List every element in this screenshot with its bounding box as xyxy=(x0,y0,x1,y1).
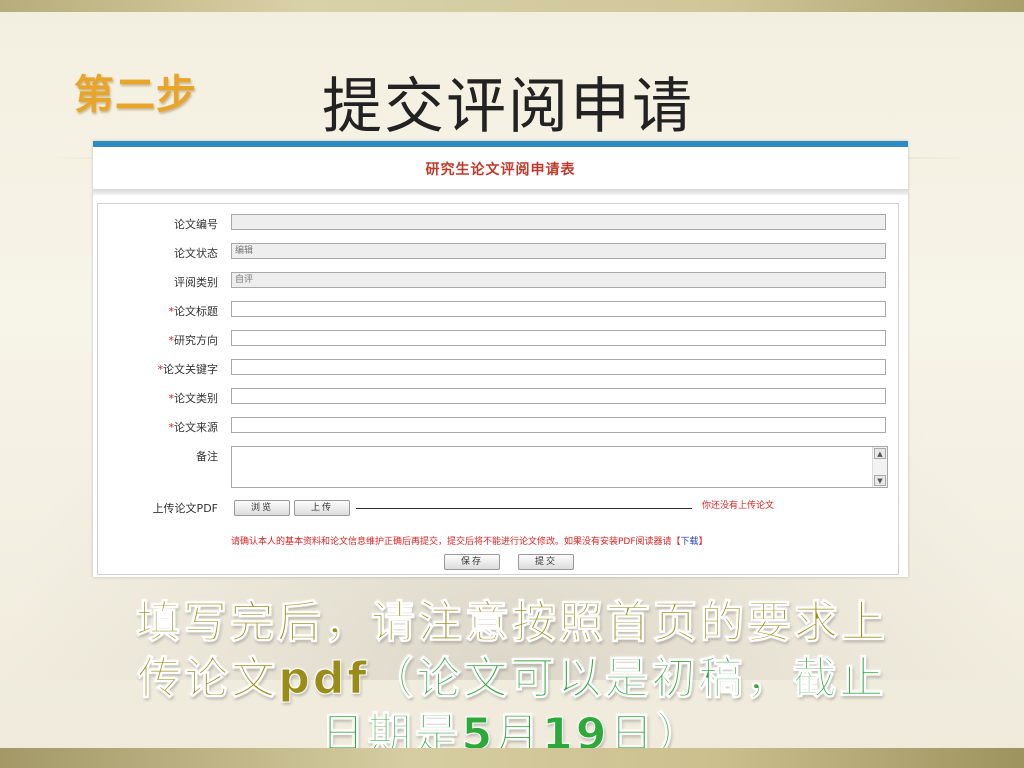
paper-source-input[interactable] xyxy=(231,417,886,433)
field-row-upload: 上传论文PDF 浏览 上传 你还没有上传论文 xyxy=(98,498,898,520)
field-row-paper-status: 论文状态 编辑 xyxy=(98,243,898,263)
form-title: 研究生论文评阅申请表 xyxy=(425,162,576,178)
caption-line-2: 传论文pdf（论文可以是初稿，截止 xyxy=(137,653,887,705)
field-row-paper-category: *论文类别 xyxy=(98,388,898,408)
step-label: 第二步 xyxy=(74,72,197,118)
caption-line-1: 填写完后，请注意按照首页的要求上 xyxy=(136,597,888,649)
field-row-remark: 备注 ▲ ▼ xyxy=(98,446,898,490)
paper-id-field xyxy=(231,214,886,230)
remark-label: 备注 xyxy=(196,450,218,463)
field-row-keywords: *论文关键字 xyxy=(98,359,898,379)
field-label: 论文编号 xyxy=(174,218,218,231)
browse-button[interactable]: 浏览 xyxy=(234,500,290,516)
download-link[interactable]: 下载 xyxy=(681,537,699,547)
paper-status-field: 编辑 xyxy=(231,243,886,259)
field-label: *研究方向 xyxy=(168,334,219,347)
paper-category-input[interactable] xyxy=(231,388,886,404)
form-header-bar xyxy=(93,141,908,147)
field-row-paper-source: *论文来源 xyxy=(98,417,898,437)
scroll-up-arrow-icon[interactable]: ▲ xyxy=(874,448,886,459)
form-header-divider xyxy=(93,189,908,195)
remark-textarea[interactable]: ▲ ▼ xyxy=(231,446,888,488)
field-row-paper-id: 论文编号 xyxy=(98,214,898,234)
slide-title: 提交评阅申请 xyxy=(322,72,694,142)
paper-title-input[interactable] xyxy=(231,301,886,317)
save-button[interactable]: 保存 xyxy=(444,554,500,570)
upload-button[interactable]: 上传 xyxy=(294,500,350,516)
field-label: 评阅类别 xyxy=(174,276,218,289)
file-path-field[interactable] xyxy=(356,508,692,509)
form-screenshot: 研究生论文评阅申请表 论文编号 论文状态 编辑 评阅类别 自评 *论文标题 *研… xyxy=(93,141,908,577)
research-direction-input[interactable] xyxy=(231,330,886,346)
top-decor-band xyxy=(0,0,1024,12)
remark-scrollbar[interactable]: ▲ ▼ xyxy=(872,447,887,487)
upload-status-text: 你还没有上传论文 xyxy=(702,501,775,511)
field-label: *论文关键字 xyxy=(157,363,219,376)
submit-button[interactable]: 提交 xyxy=(518,554,574,570)
field-label: 论文状态 xyxy=(174,247,218,260)
keywords-input[interactable] xyxy=(231,359,886,375)
form-panel: 论文编号 论文状态 编辑 评阅类别 自评 *论文标题 *研究方向 *论文关键字 … xyxy=(97,203,899,575)
field-label: *论文标题 xyxy=(168,305,219,318)
submit-notice: 请确认本人的基本资料和论文信息维护正确后再提交，提交后将不能进行论文修改。如果没… xyxy=(231,537,708,547)
bottom-decor-band xyxy=(0,748,1024,768)
field-label: *论文来源 xyxy=(168,421,219,434)
upload-label: 上传论文PDF xyxy=(152,502,218,515)
review-type-field: 自评 xyxy=(231,272,886,288)
field-row-research-direction: *研究方向 xyxy=(98,330,898,350)
field-label: *论文类别 xyxy=(168,392,219,405)
field-row-paper-title: *论文标题 xyxy=(98,301,898,321)
scroll-down-arrow-icon[interactable]: ▼ xyxy=(874,475,886,486)
field-row-review-type: 评阅类别 自评 xyxy=(98,272,898,292)
